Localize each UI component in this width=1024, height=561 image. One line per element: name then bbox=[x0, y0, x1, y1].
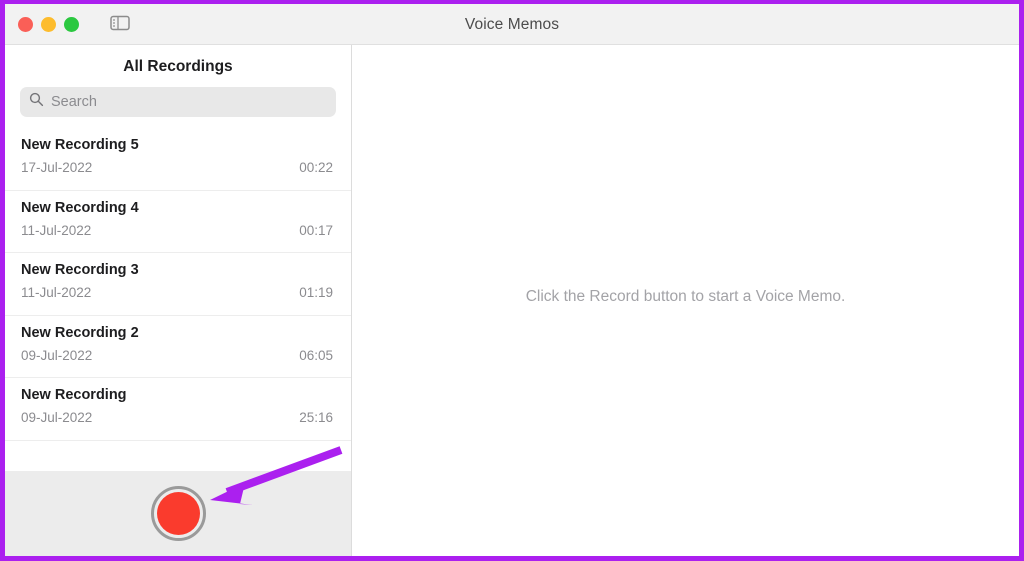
recording-title: New Recording 2 bbox=[21, 324, 139, 341]
recording-meta: 09-Jul-2022 06:05 bbox=[21, 348, 335, 363]
recording-date: 17-Jul-2022 bbox=[21, 160, 93, 175]
recording-meta: 11-Jul-2022 00:17 bbox=[21, 223, 335, 238]
search-container: Search bbox=[5, 87, 351, 128]
search-icon bbox=[29, 92, 44, 112]
sidebar-header-title: All Recordings bbox=[123, 58, 233, 75]
recording-meta: 09-Jul-2022 25:16 bbox=[21, 410, 335, 425]
screenshot-root: Voice Memos All Recordings Search New Re… bbox=[0, 0, 1024, 561]
record-button[interactable] bbox=[150, 486, 206, 541]
list-item[interactable]: New Recording 09-Jul-2022 25:16 bbox=[5, 378, 351, 441]
recording-duration: 00:22 bbox=[299, 160, 333, 175]
titlebar: Voice Memos bbox=[5, 4, 1019, 45]
search-input[interactable]: Search bbox=[20, 87, 336, 117]
recordings-list[interactable]: New Recording 5 17-Jul-2022 00:22 New Re… bbox=[5, 128, 351, 471]
voice-memos-window: Voice Memos All Recordings Search New Re… bbox=[5, 4, 1019, 556]
recording-duration: 00:17 bbox=[299, 222, 333, 238]
record-toolbar bbox=[5, 471, 351, 556]
window-body: All Recordings Search New Recording 5 17… bbox=[5, 45, 1019, 556]
window-title: Voice Memos bbox=[464, 16, 560, 33]
detail-pane: Click the Record button to start a Voice… bbox=[352, 45, 1019, 556]
recording-date: 11-Jul-2022 bbox=[21, 222, 92, 238]
list-item[interactable]: New Recording 4 11-Jul-2022 00:17 bbox=[5, 190, 351, 253]
recording-title: New Recording 5 bbox=[21, 137, 139, 153]
sidebar: All Recordings Search New Recording 5 17… bbox=[5, 45, 352, 556]
recording-title: New Recording 3 bbox=[21, 262, 139, 278]
recording-duration: 06:05 bbox=[299, 347, 333, 363]
list-item[interactable]: New Recording 3 11-Jul-2022 01:19 bbox=[5, 253, 351, 316]
recording-title: New Recording bbox=[21, 387, 127, 403]
recording-meta: 11-Jul-2022 01:19 bbox=[21, 285, 335, 300]
recording-duration: 01:19 bbox=[299, 285, 333, 300]
search-placeholder: Search bbox=[51, 94, 97, 110]
recording-date: 09-Jul-2022 bbox=[21, 347, 93, 363]
list-item[interactable]: New Recording 2 09-Jul-2022 06:05 bbox=[5, 315, 351, 378]
recording-date: 11-Jul-2022 bbox=[21, 285, 92, 300]
record-icon bbox=[156, 492, 200, 535]
empty-state-message: Click the Record button to start a Voice… bbox=[525, 287, 846, 305]
recording-meta: 17-Jul-2022 00:22 bbox=[21, 160, 335, 175]
recording-date: 09-Jul-2022 bbox=[21, 410, 93, 425]
recording-title: New Recording 4 bbox=[21, 199, 139, 216]
list-item[interactable]: New Recording 5 17-Jul-2022 00:22 bbox=[5, 128, 351, 191]
recording-duration: 25:16 bbox=[299, 410, 333, 425]
